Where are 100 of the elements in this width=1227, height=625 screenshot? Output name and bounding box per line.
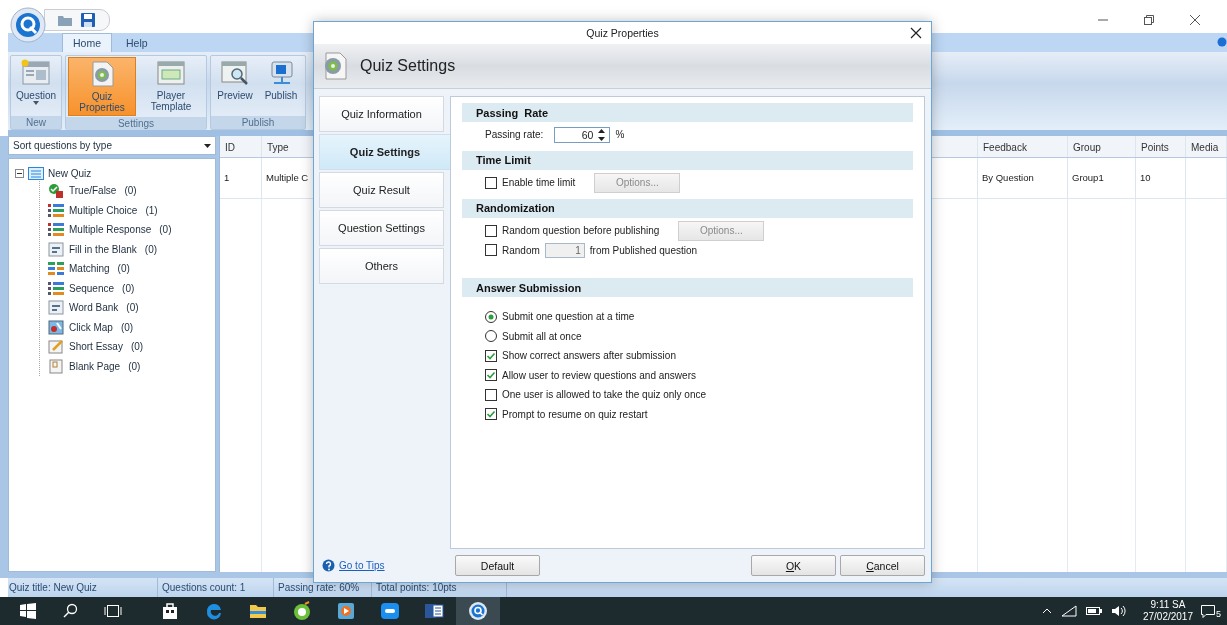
column-header[interactable]: Group bbox=[1068, 136, 1136, 157]
ribbon-button[interactable]: Quiz Properties bbox=[68, 57, 137, 116]
unit-label: % bbox=[615, 129, 625, 141]
item-count: (0) bbox=[117, 263, 130, 275]
ribbon-tab[interactable]: Help bbox=[116, 34, 158, 52]
tips-link[interactable]: Go to Tips bbox=[339, 560, 385, 571]
search-icon[interactable] bbox=[62, 603, 78, 619]
close-icon[interactable] bbox=[910, 27, 922, 39]
tree-item[interactable]: Matching bbox=[69, 263, 110, 275]
nav-tab[interactable]: Quiz Information bbox=[319, 96, 444, 132]
check-cross-icon bbox=[48, 183, 64, 199]
table-cell: Multiple C bbox=[266, 172, 309, 183]
dialog-button[interactable]: OK bbox=[751, 555, 836, 576]
dialog-button[interactable]: Cancel bbox=[840, 555, 925, 576]
checkbox[interactable] bbox=[485, 369, 497, 382]
taskbar-app[interactable] bbox=[456, 597, 500, 625]
play-icon bbox=[336, 601, 356, 621]
dialog-title: Quiz Properties bbox=[586, 27, 659, 39]
radio-label: Submit all at once bbox=[502, 330, 582, 342]
tree-item[interactable]: Fill in the Blank bbox=[69, 243, 137, 255]
tree-item[interactable]: Sequence bbox=[69, 282, 115, 294]
checkbox-label: One user is allowed to take the quiz only once bbox=[502, 389, 706, 401]
ribbon-tab[interactable]: Home bbox=[62, 33, 112, 52]
clock[interactable]: 9:11 SA 27/02/2017 bbox=[1142, 599, 1193, 623]
windows-start-icon[interactable] bbox=[20, 603, 36, 619]
radio-button[interactable] bbox=[485, 330, 497, 343]
column-header[interactable]: ID bbox=[220, 136, 262, 157]
ribbon-button[interactable]: Player Template bbox=[138, 57, 205, 116]
save-icon[interactable] bbox=[81, 13, 95, 27]
tree-item[interactable]: Blank Page bbox=[69, 360, 121, 372]
chat-icon bbox=[380, 601, 400, 621]
form-icon bbox=[21, 59, 51, 87]
volume-icon[interactable] bbox=[1110, 605, 1126, 617]
tree-item[interactable]: Multiple Response bbox=[69, 224, 152, 236]
ribbon-group-label: New bbox=[11, 116, 62, 129]
tree-item[interactable]: Click Map bbox=[69, 321, 113, 333]
document-icon bbox=[48, 300, 64, 316]
checkbox-label: Random question before publishing bbox=[502, 225, 660, 236]
checkbox-label: Random bbox=[502, 244, 540, 256]
column-header[interactable]: Points bbox=[1136, 136, 1186, 157]
text-field-icon bbox=[48, 241, 64, 257]
chevron-up-icon[interactable] bbox=[1041, 608, 1052, 614]
checkbox-label: Enable time limit bbox=[502, 177, 576, 188]
close-icon[interactable] bbox=[1189, 14, 1201, 26]
field-label: from Published question bbox=[589, 244, 698, 256]
list-icon bbox=[48, 202, 64, 218]
nav-tab[interactable]: Others bbox=[319, 248, 444, 284]
tree-item[interactable]: New Quiz bbox=[48, 167, 92, 179]
section-header: Time Limit bbox=[462, 150, 913, 170]
checkbox[interactable] bbox=[485, 349, 497, 362]
section-header: Randomization bbox=[462, 198, 913, 218]
disc-icon bbox=[292, 601, 312, 621]
app-logo-icon bbox=[468, 601, 488, 621]
tree-item[interactable]: Short Essay bbox=[69, 341, 123, 353]
checkbox-label: Prompt to resume on quiz restart bbox=[502, 408, 648, 420]
ribbon-button[interactable]: Preview bbox=[213, 57, 258, 115]
battery-icon[interactable] bbox=[1085, 606, 1102, 616]
item-count: (0) bbox=[144, 243, 158, 255]
table-cell: 10 bbox=[1140, 172, 1151, 183]
table-cell: Group1 bbox=[1072, 172, 1104, 183]
checkbox-label: Show correct answers after submission bbox=[502, 350, 676, 362]
restore-icon[interactable] bbox=[1143, 14, 1155, 26]
ribbon-button[interactable]: Publish bbox=[259, 57, 304, 115]
list-window-icon bbox=[28, 166, 44, 180]
section-header: Answer Submission bbox=[462, 278, 913, 297]
caret-icon bbox=[204, 143, 211, 148]
task-view-icon[interactable] bbox=[104, 604, 122, 618]
item-count: (0) bbox=[120, 321, 134, 333]
section-header: Passing Rate bbox=[462, 103, 913, 122]
tree-item[interactable]: Word Bank bbox=[69, 302, 119, 314]
image-icon bbox=[48, 319, 64, 335]
ribbon-button[interactable]: Question bbox=[13, 57, 60, 115]
tree-item[interactable]: True/False bbox=[69, 185, 117, 197]
dialog-heading: Quiz Settings bbox=[360, 57, 456, 75]
dialog-button[interactable]: Default bbox=[455, 555, 540, 576]
checkbox[interactable] bbox=[485, 224, 497, 237]
checkbox[interactable] bbox=[485, 176, 497, 189]
item-count: (0) bbox=[130, 341, 144, 353]
column-header[interactable]: Media bbox=[1186, 136, 1227, 157]
nav-tab[interactable]: Quiz Settings bbox=[319, 134, 451, 170]
sort-dropdown[interactable]: Sort questions by type bbox=[8, 136, 216, 155]
checkbox[interactable] bbox=[485, 244, 497, 257]
column-header[interactable]: Feedback bbox=[978, 136, 1068, 157]
radio-button[interactable] bbox=[485, 310, 497, 323]
collapse-icon[interactable] bbox=[15, 168, 24, 178]
nav-tab[interactable]: Question Settings bbox=[319, 210, 444, 246]
checkbox[interactable] bbox=[485, 408, 497, 421]
table-cell: 1 bbox=[224, 172, 230, 183]
number-field[interactable]: 1 bbox=[544, 242, 585, 258]
tree-item[interactable]: Multiple Choice bbox=[69, 204, 138, 216]
notification-button[interactable]: 5 bbox=[1201, 599, 1223, 623]
pencil-icon bbox=[48, 339, 64, 355]
columns-icon bbox=[48, 261, 64, 277]
checkbox[interactable] bbox=[485, 388, 497, 401]
wifi-icon[interactable] bbox=[1060, 605, 1077, 617]
number-spinner[interactable]: 60 bbox=[554, 126, 611, 143]
ribbon-group-label: Publish bbox=[211, 116, 306, 129]
item-count: (0) bbox=[128, 360, 141, 372]
item-count: (0) bbox=[126, 302, 139, 314]
nav-tab[interactable]: Quiz Result bbox=[319, 172, 444, 208]
